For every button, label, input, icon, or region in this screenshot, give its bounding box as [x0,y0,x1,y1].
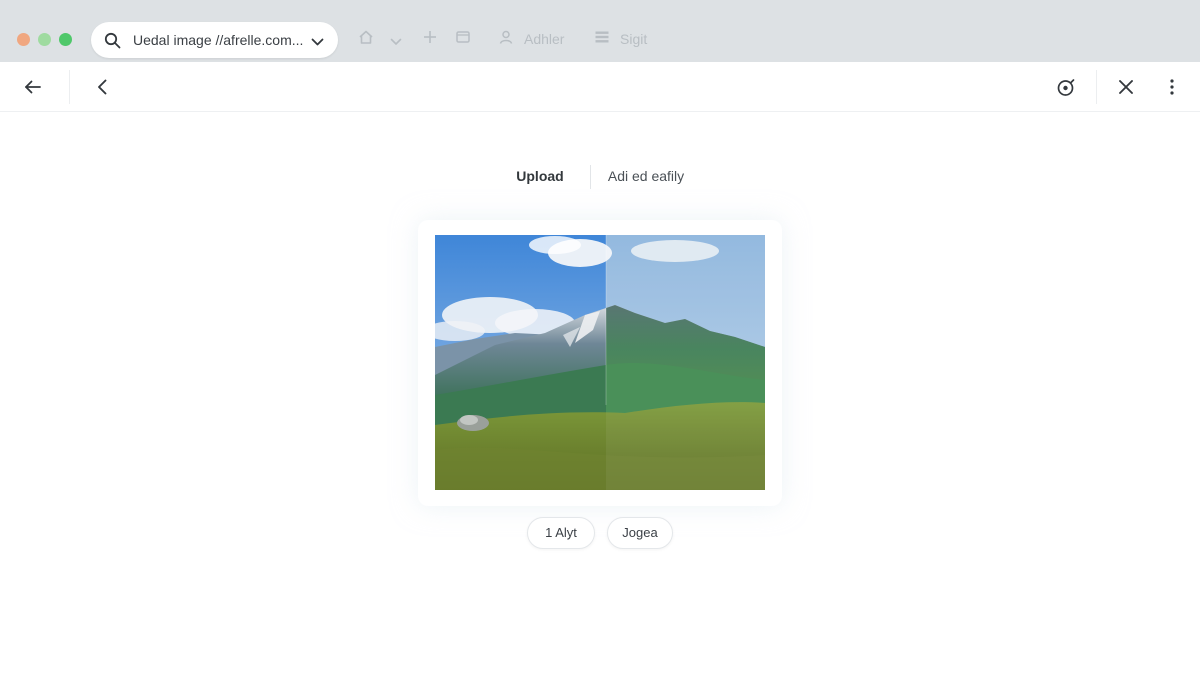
close-window-button[interactable] [17,33,30,46]
action-button-2[interactable]: Jogea [607,517,673,549]
menu-icon[interactable] [594,29,610,50]
profile-label[interactable]: Adhler [524,31,564,47]
chevron-down-icon[interactable] [390,33,402,51]
address-bar[interactable]: Uedal image //afrelle.com... [91,22,338,58]
tabs-icon[interactable] [455,29,471,50]
target-icon[interactable] [1055,76,1077,98]
window-controls [17,33,72,46]
maximize-window-button[interactable] [59,33,72,46]
tab-upload[interactable]: Upload [490,168,590,184]
chevron-left-icon[interactable] [92,76,114,98]
app-toolbar [0,62,1200,112]
minimize-window-button[interactable] [38,33,51,46]
mountain-landscape-image [435,235,765,490]
close-icon[interactable] [1115,76,1137,98]
plus-icon[interactable] [422,29,438,50]
arrow-left-icon[interactable] [22,76,44,98]
chevron-down-icon[interactable] [311,34,324,52]
divider [1096,70,1097,104]
mode-tabs: Upload Adi ed eafily [0,160,1200,194]
more-vertical-icon[interactable] [1161,76,1183,98]
action-button-1[interactable]: 1 Alyt [527,517,595,549]
address-text: Uedal image //afrelle.com... [133,32,304,48]
tab-secondary[interactable]: Adi ed eafily [596,168,696,184]
tab-divider [590,165,591,189]
menu-label[interactable]: Sigit [620,31,647,47]
home-icon[interactable] [358,29,374,50]
search-icon [104,32,121,54]
divider [69,70,70,104]
profile-icon[interactable] [498,29,514,50]
image-preview[interactable] [435,235,765,490]
browser-chrome: Uedal image //afrelle.com... Adhler Sigi… [0,0,1200,62]
